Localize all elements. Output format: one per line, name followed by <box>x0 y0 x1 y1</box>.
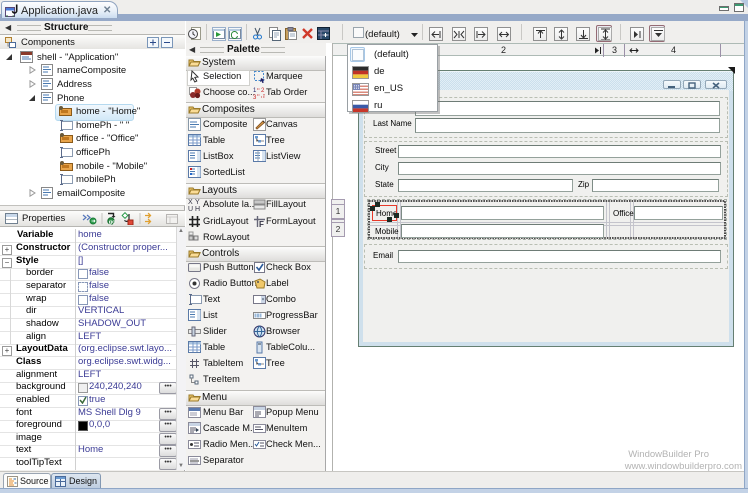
svg-text:3: 3 <box>253 95 257 100</box>
svg-text:1: 1 <box>253 88 257 94</box>
svg-text:X: X <box>188 199 193 206</box>
svg-text:2: 2 <box>261 88 265 94</box>
svg-text:H: H <box>195 206 200 212</box>
svg-text:F: F <box>259 220 264 229</box>
svg-text:U: U <box>188 206 193 212</box>
svg-text:go: go <box>109 219 116 225</box>
svg-text:Y: Y <box>195 199 200 206</box>
